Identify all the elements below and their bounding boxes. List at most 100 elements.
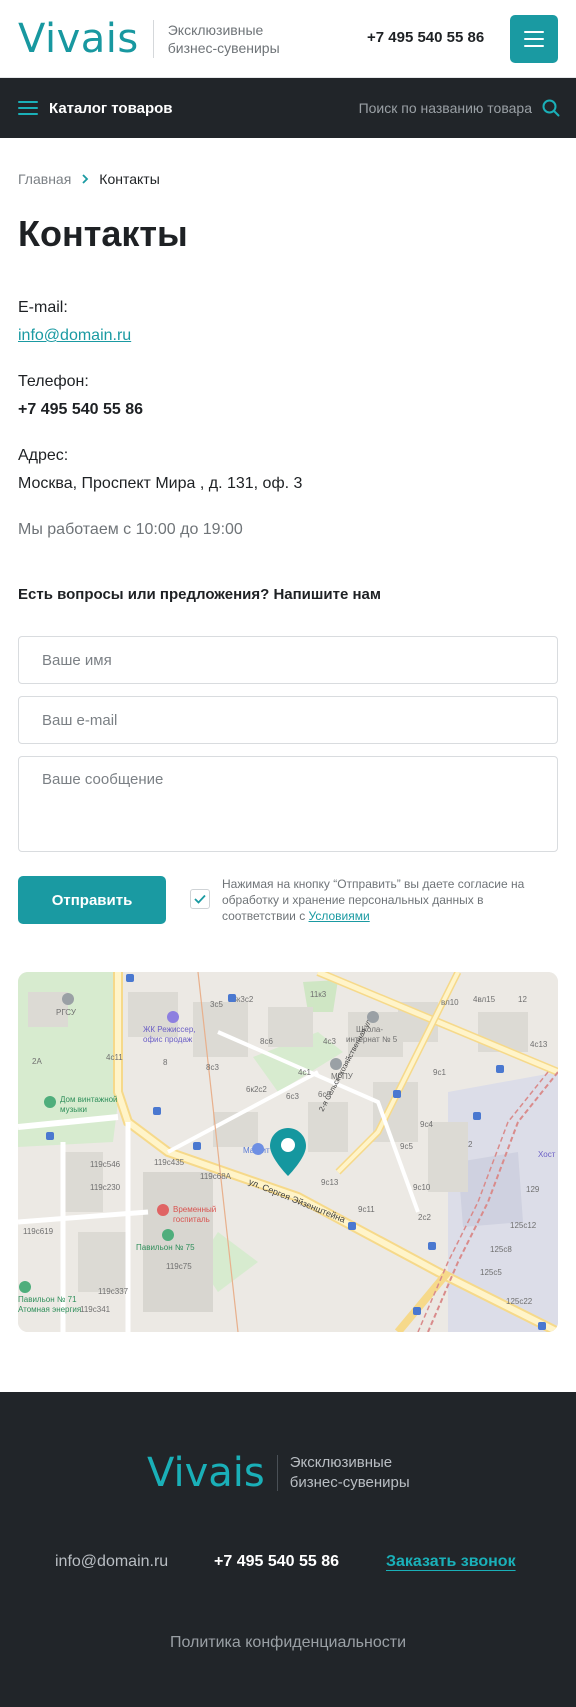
catalog-menu-button[interactable]: Каталог товаров <box>18 78 173 138</box>
map-label: 125с5 <box>480 1268 502 1277</box>
map-label: 129 <box>526 1185 540 1194</box>
logo-divider <box>152 20 154 58</box>
privacy-policy-link[interactable]: Политика конфиденциальности <box>0 1634 576 1652</box>
email-link[interactable]: info@domain.ru <box>18 327 131 345</box>
map-label: 2 <box>468 1140 473 1149</box>
map-label: 6с9 <box>318 1090 331 1099</box>
map-label: 119с337 <box>98 1287 129 1296</box>
logo[interactable]: Vivais <box>18 18 139 60</box>
location-pin-icon[interactable] <box>270 1128 306 1176</box>
map-label: 2с2 <box>418 1213 431 1222</box>
footer-email-link[interactable]: info@domain.ru <box>55 1553 168 1571</box>
page-title: Контакты <box>18 213 188 254</box>
map-label: вл10 <box>441 998 459 1007</box>
hamburger-icon-line <box>524 31 544 33</box>
map-label: госпиталь <box>173 1215 210 1224</box>
phone-label: Телефон: <box>18 373 89 390</box>
footer-phone-link[interactable]: +7 495 540 55 86 <box>214 1553 339 1571</box>
checkmark-icon <box>194 894 206 904</box>
site-footer: Vivais Эксклюзивные бизнес-сувениры info… <box>0 1392 576 1707</box>
address-label: Адрес: <box>18 447 69 464</box>
map-label: музыки <box>60 1105 87 1114</box>
tagline-line-1: Эксклюзивные <box>167 22 264 38</box>
map-label: 119с546 <box>90 1160 121 1169</box>
map-label: 8 <box>163 1058 168 1067</box>
tagline: Эксклюзивные бизнес-сувениры <box>168 21 280 57</box>
search-box <box>332 78 560 138</box>
map-label: 9с1 <box>433 1068 446 1077</box>
footer-tagline-line-1: Эксклюзивные <box>289 1454 393 1471</box>
search-input[interactable] <box>332 100 532 116</box>
working-hours: Мы работаем с 10:00 до 19:00 <box>18 521 243 538</box>
search-icon[interactable] <box>542 99 560 117</box>
address-value: Москва, Проспект Мира , д. 131, оф. 3 <box>18 475 303 492</box>
footer-logo[interactable]: Vivais <box>147 1452 265 1494</box>
map-label: 12 <box>518 995 527 1004</box>
map-label: 119с435 <box>154 1158 185 1167</box>
map-label: 9с11 <box>358 1205 375 1214</box>
name-input[interactable] <box>18 636 558 684</box>
map-label: 9с5 <box>400 1142 413 1151</box>
consent-checkbox[interactable] <box>190 889 210 909</box>
message-textarea[interactable] <box>18 756 558 852</box>
footer-logo-block[interactable]: Vivais Эксклюзивные бизнес-сувениры <box>147 1452 410 1494</box>
tagline-line-2: бизнес-сувениры <box>167 40 280 56</box>
map-label: 119с619 <box>23 1227 54 1236</box>
map-label: 3с5 <box>210 1000 223 1009</box>
menu-button[interactable] <box>510 15 558 63</box>
map-label: Дом винтажной <box>60 1095 118 1104</box>
email-label: E-mail: <box>18 299 68 316</box>
submit-button[interactable]: Отправить <box>18 876 166 924</box>
hamburger-icon-line <box>524 38 544 40</box>
map-label: 119с75 <box>166 1262 192 1271</box>
form-title: Есть вопросы или предложения? Напишите н… <box>18 586 381 603</box>
map-label: 125с22 <box>506 1297 533 1306</box>
map-label: Павильон № 71 <box>18 1295 77 1304</box>
map-label: 4с13 <box>530 1040 548 1049</box>
map-label: 4с1 <box>298 1068 311 1077</box>
map[interactable]: РГСУ ЖК Режиссер, офис продаж Школа- инт… <box>18 972 558 1332</box>
map-label: 4с11 <box>106 1053 123 1062</box>
map-label: Временный <box>173 1205 216 1214</box>
site-header: Vivais Эксклюзивные бизнес-сувениры +7 4… <box>0 0 576 78</box>
map-label: ЖК Режиссер, <box>143 1025 196 1034</box>
breadcrumb-current: Контакты <box>99 171 160 187</box>
catalog-menu-icon <box>18 101 38 115</box>
map-label: 8с3 <box>206 1063 219 1072</box>
catalog-bar: Каталог товаров <box>0 78 576 138</box>
map-label: РГСУ <box>56 1008 77 1017</box>
map-label: 4с3 <box>323 1037 336 1046</box>
consent-text: Нажимая на кнопку “Отправить” вы даете с… <box>222 876 542 924</box>
map-label: Атомная энергия <box>18 1305 81 1314</box>
map-label: 9с10 <box>413 1183 431 1192</box>
header-phone-link[interactable]: +7 495 540 55 86 <box>367 29 484 46</box>
map-label: 2А <box>32 1057 42 1066</box>
consent-text-body: Нажимая на кнопку “Отправить” вы даете с… <box>222 877 525 923</box>
map-label: 11к3 <box>310 990 327 999</box>
breadcrumb-home-link[interactable]: Главная <box>18 171 71 187</box>
map-label: 6с3 <box>286 1092 299 1101</box>
terms-link[interactable]: Условиями <box>309 909 370 923</box>
catalog-label: Каталог товаров <box>49 99 173 117</box>
map-label: Хост <box>538 1150 556 1159</box>
email-input[interactable] <box>18 696 558 744</box>
chevron-right-icon <box>82 174 89 184</box>
map-label: 119с68А <box>200 1172 232 1181</box>
footer-tagline: Эксклюзивные бизнес-сувениры <box>290 1453 410 1493</box>
map-label: 9с4 <box>420 1120 433 1129</box>
phone-value[interactable]: +7 495 540 55 86 <box>18 401 143 419</box>
map-label: 119с230 <box>90 1183 121 1192</box>
breadcrumb: Главная Контакты <box>18 171 160 187</box>
map-label: 119с341 <box>80 1305 111 1314</box>
map-label: 9с13 <box>321 1178 339 1187</box>
footer-tagline-line-2: бизнес-сувениры <box>289 1474 410 1491</box>
logo-block[interactable]: Vivais Эксклюзивные бизнес-сувениры <box>18 18 280 60</box>
map-label: 4вл15 <box>473 995 496 1004</box>
map-label: 6к2с2 <box>246 1085 267 1094</box>
map-label: офис продаж <box>143 1035 193 1044</box>
map-label: 8с6 <box>260 1037 273 1046</box>
map-label: 125с12 <box>510 1221 537 1230</box>
map-label: Павильон № 75 <box>136 1243 195 1252</box>
callback-link[interactable]: Заказать звонок <box>386 1553 516 1571</box>
map-label: 125с8 <box>490 1245 512 1254</box>
